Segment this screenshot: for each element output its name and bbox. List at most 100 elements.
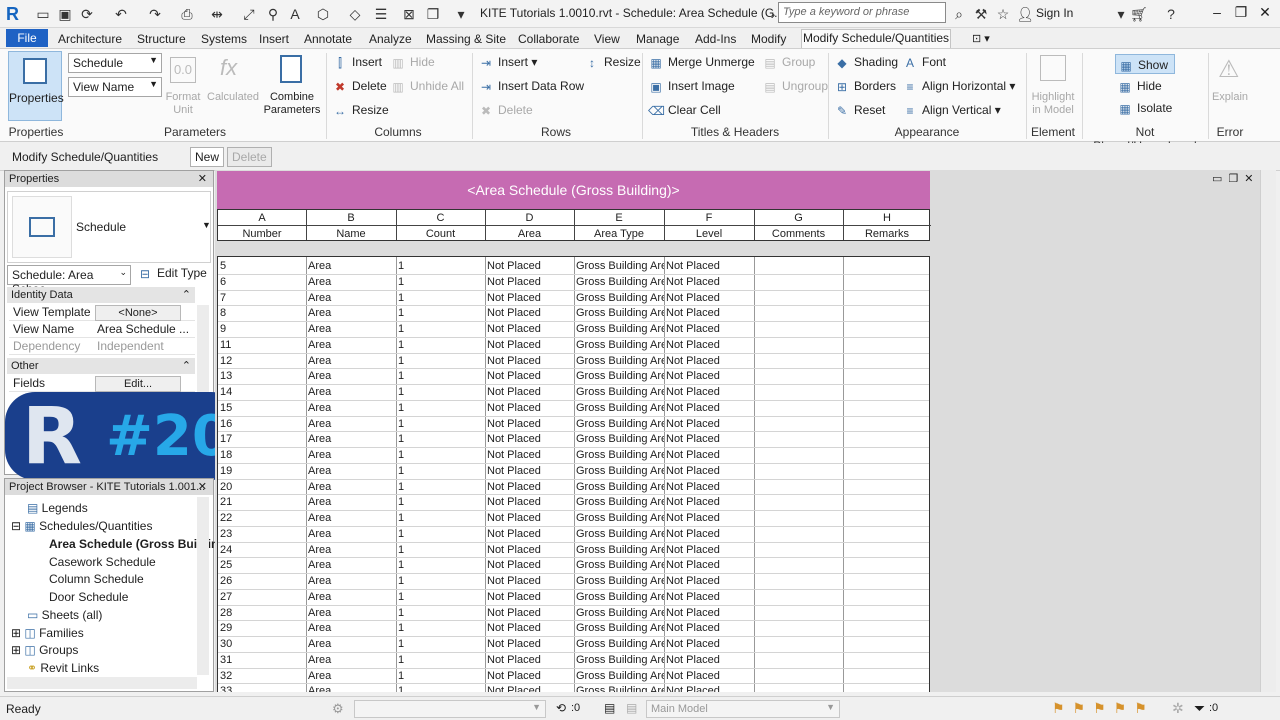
switch-windows-icon[interactable]: ❐ [424,5,442,23]
table-cell[interactable]: 16 [218,417,306,432]
table-cell[interactable]: Area [306,543,396,558]
table-cell[interactable]: Not Placed [485,259,574,274]
tab-manage[interactable]: Manage [636,31,679,49]
table-cell[interactable]: Area [306,291,396,306]
table-cell[interactable]: 20 [218,480,306,495]
table-cell[interactable]: Area [306,495,396,510]
table-cell[interactable]: Area [306,306,396,321]
column-letter-d[interactable]: D [485,212,574,224]
table-cell[interactable]: Not Placed [485,511,574,526]
calculated-button[interactable]: Calculated [205,91,261,104]
column-divider[interactable] [396,210,397,240]
table-cell[interactable]: Not Placed [664,448,754,463]
table-cell[interactable]: Gross Building Are [574,291,664,306]
tag-icon[interactable]: ⚲ [264,5,282,23]
table-cell[interactable]: 1 [396,338,485,353]
clear-cell-button[interactable]: ⌫ Clear Cell [648,100,721,120]
redo-icon[interactable]: ↷ [146,5,164,23]
thin-lines-icon[interactable]: ☰ [372,5,390,23]
table-cell[interactable]: 1 [396,480,485,495]
filter-icon[interactable]: ⏷ [1194,700,1205,717]
view-name-combo[interactable]: View Name ▼ [68,77,162,97]
table-cell[interactable]: Gross Building Are [574,558,664,573]
group-other[interactable]: Other ⌃ [7,358,195,374]
table-cell[interactable]: Not Placed [485,495,574,510]
table-cell[interactable]: Area [306,354,396,369]
tab-insert[interactable]: Insert [259,31,289,49]
table-cell[interactable]: Not Placed [485,432,574,447]
table-cell[interactable]: Area [306,369,396,384]
table-cell[interactable]: Not Placed [664,558,754,573]
table-cell[interactable]: 1 [396,464,485,479]
column-header[interactable]: Level [664,228,754,240]
table-cell[interactable]: Gross Building Are [574,306,664,321]
table-row[interactable]: 16 Area 1 Not Placed Gross Building Are Not P… [218,417,929,433]
design-option-combo[interactable]: Main Model ▼ [646,700,840,718]
table-cell[interactable]: 1 [396,669,485,684]
column-header[interactable]: Remarks [843,228,931,240]
table-cell[interactable]: Not Placed [664,543,754,558]
table-cell[interactable]: Not Placed [485,401,574,416]
view-window-controls[interactable]: ▭❐✕ [1212,172,1259,185]
column-divider[interactable] [574,210,575,240]
table-cell[interactable]: Not Placed [485,669,574,684]
table-cell[interactable]: Not Placed [664,621,754,636]
table-cell[interactable]: 15 [218,401,306,416]
help-icon[interactable]: ? [1162,5,1180,23]
column-letter-e[interactable]: E [574,212,664,224]
tab-massing-site[interactable]: Massing & Site [426,31,506,49]
table-cell[interactable]: Gross Building Are [574,527,664,542]
table-cell[interactable]: Area [306,527,396,542]
column-letter-c[interactable]: C [396,212,485,224]
column-divider[interactable] [664,210,665,240]
browser-item-area-schedule[interactable]: Area Schedule (Gross Buildin [49,536,218,552]
table-row[interactable]: 31 Area 1 Not Placed Gross Building Are Not P… [218,653,929,669]
table-cell[interactable]: Area [306,511,396,526]
table-cell[interactable]: 21 [218,495,306,510]
prop-value[interactable]: Area Schedule ... [97,321,189,338]
table-cell[interactable]: 1 [396,369,485,384]
table-row[interactable]: 18 Area 1 Not Placed Gross Building Are Not P… [218,448,929,464]
table-cell[interactable]: 31 [218,653,306,668]
table-cell[interactable]: 1 [396,385,485,400]
browser-item-sheets[interactable]: ▭ Sheets (all) [27,607,102,623]
undo-icon[interactable]: ↶ [112,5,130,23]
table-cell[interactable]: 24 [218,543,306,558]
prop-view-name[interactable]: View Name Area Schedule ... [9,321,195,338]
table-row[interactable]: 5 Area 1 Not Placed Gross Building Are Not Pl… [218,259,929,275]
instance-selector[interactable]: Schedule: Area Schec⌄ [7,265,131,296]
column-letter-b[interactable]: B [306,212,396,224]
table-cell[interactable]: Not Placed [664,306,754,321]
table-row[interactable]: 15 Area 1 Not Placed Gross Building Are Not P… [218,401,929,417]
table-cell[interactable]: 8 [218,306,306,321]
save-icon[interactable]: ▣ [56,5,74,23]
table-cell[interactable]: 1 [396,621,485,636]
close-hidden-icon[interactable]: ⊠ [400,5,418,23]
drag-elements-icon[interactable]: ✲ [1172,700,1184,717]
table-cell[interactable]: Not Placed [485,684,574,692]
table-cell[interactable]: Area [306,338,396,353]
table-cell[interactable]: 25 [218,558,306,573]
table-cell[interactable]: 14 [218,385,306,400]
table-cell[interactable]: 17 [218,432,306,447]
column-letter-h[interactable]: H [843,212,931,224]
text-icon[interactable]: A [286,5,304,23]
tab-add-ins[interactable]: Add-Ins [695,31,736,49]
merge-unmerge-button[interactable]: ▦ Merge Unmerge [648,52,754,72]
column-letter-a[interactable]: A [218,212,306,224]
table-cell[interactable]: Area [306,590,396,605]
insert-image-button[interactable]: ▣ Insert Image [648,76,734,96]
table-cell[interactable]: Not Placed [485,637,574,652]
table-cell[interactable]: Gross Building Are [574,275,664,290]
borders-button[interactable]: ⊞ Borders [834,76,896,96]
table-row[interactable]: 9 Area 1 Not Placed Gross Building Are Not Pl… [218,322,929,338]
table-row[interactable]: 22 Area 1 Not Placed Gross Building Are Not P… [218,511,929,527]
table-cell[interactable]: 1 [396,432,485,447]
table-cell[interactable]: 5 [218,259,306,274]
table-cell[interactable]: Not Placed [664,275,754,290]
tab-collaborate[interactable]: Collaborate [518,31,579,49]
table-cell[interactable]: Not Placed [664,259,754,274]
table-cell[interactable]: 1 [396,527,485,542]
table-cell[interactable]: Area [306,275,396,290]
table-cell[interactable]: Not Placed [664,385,754,400]
